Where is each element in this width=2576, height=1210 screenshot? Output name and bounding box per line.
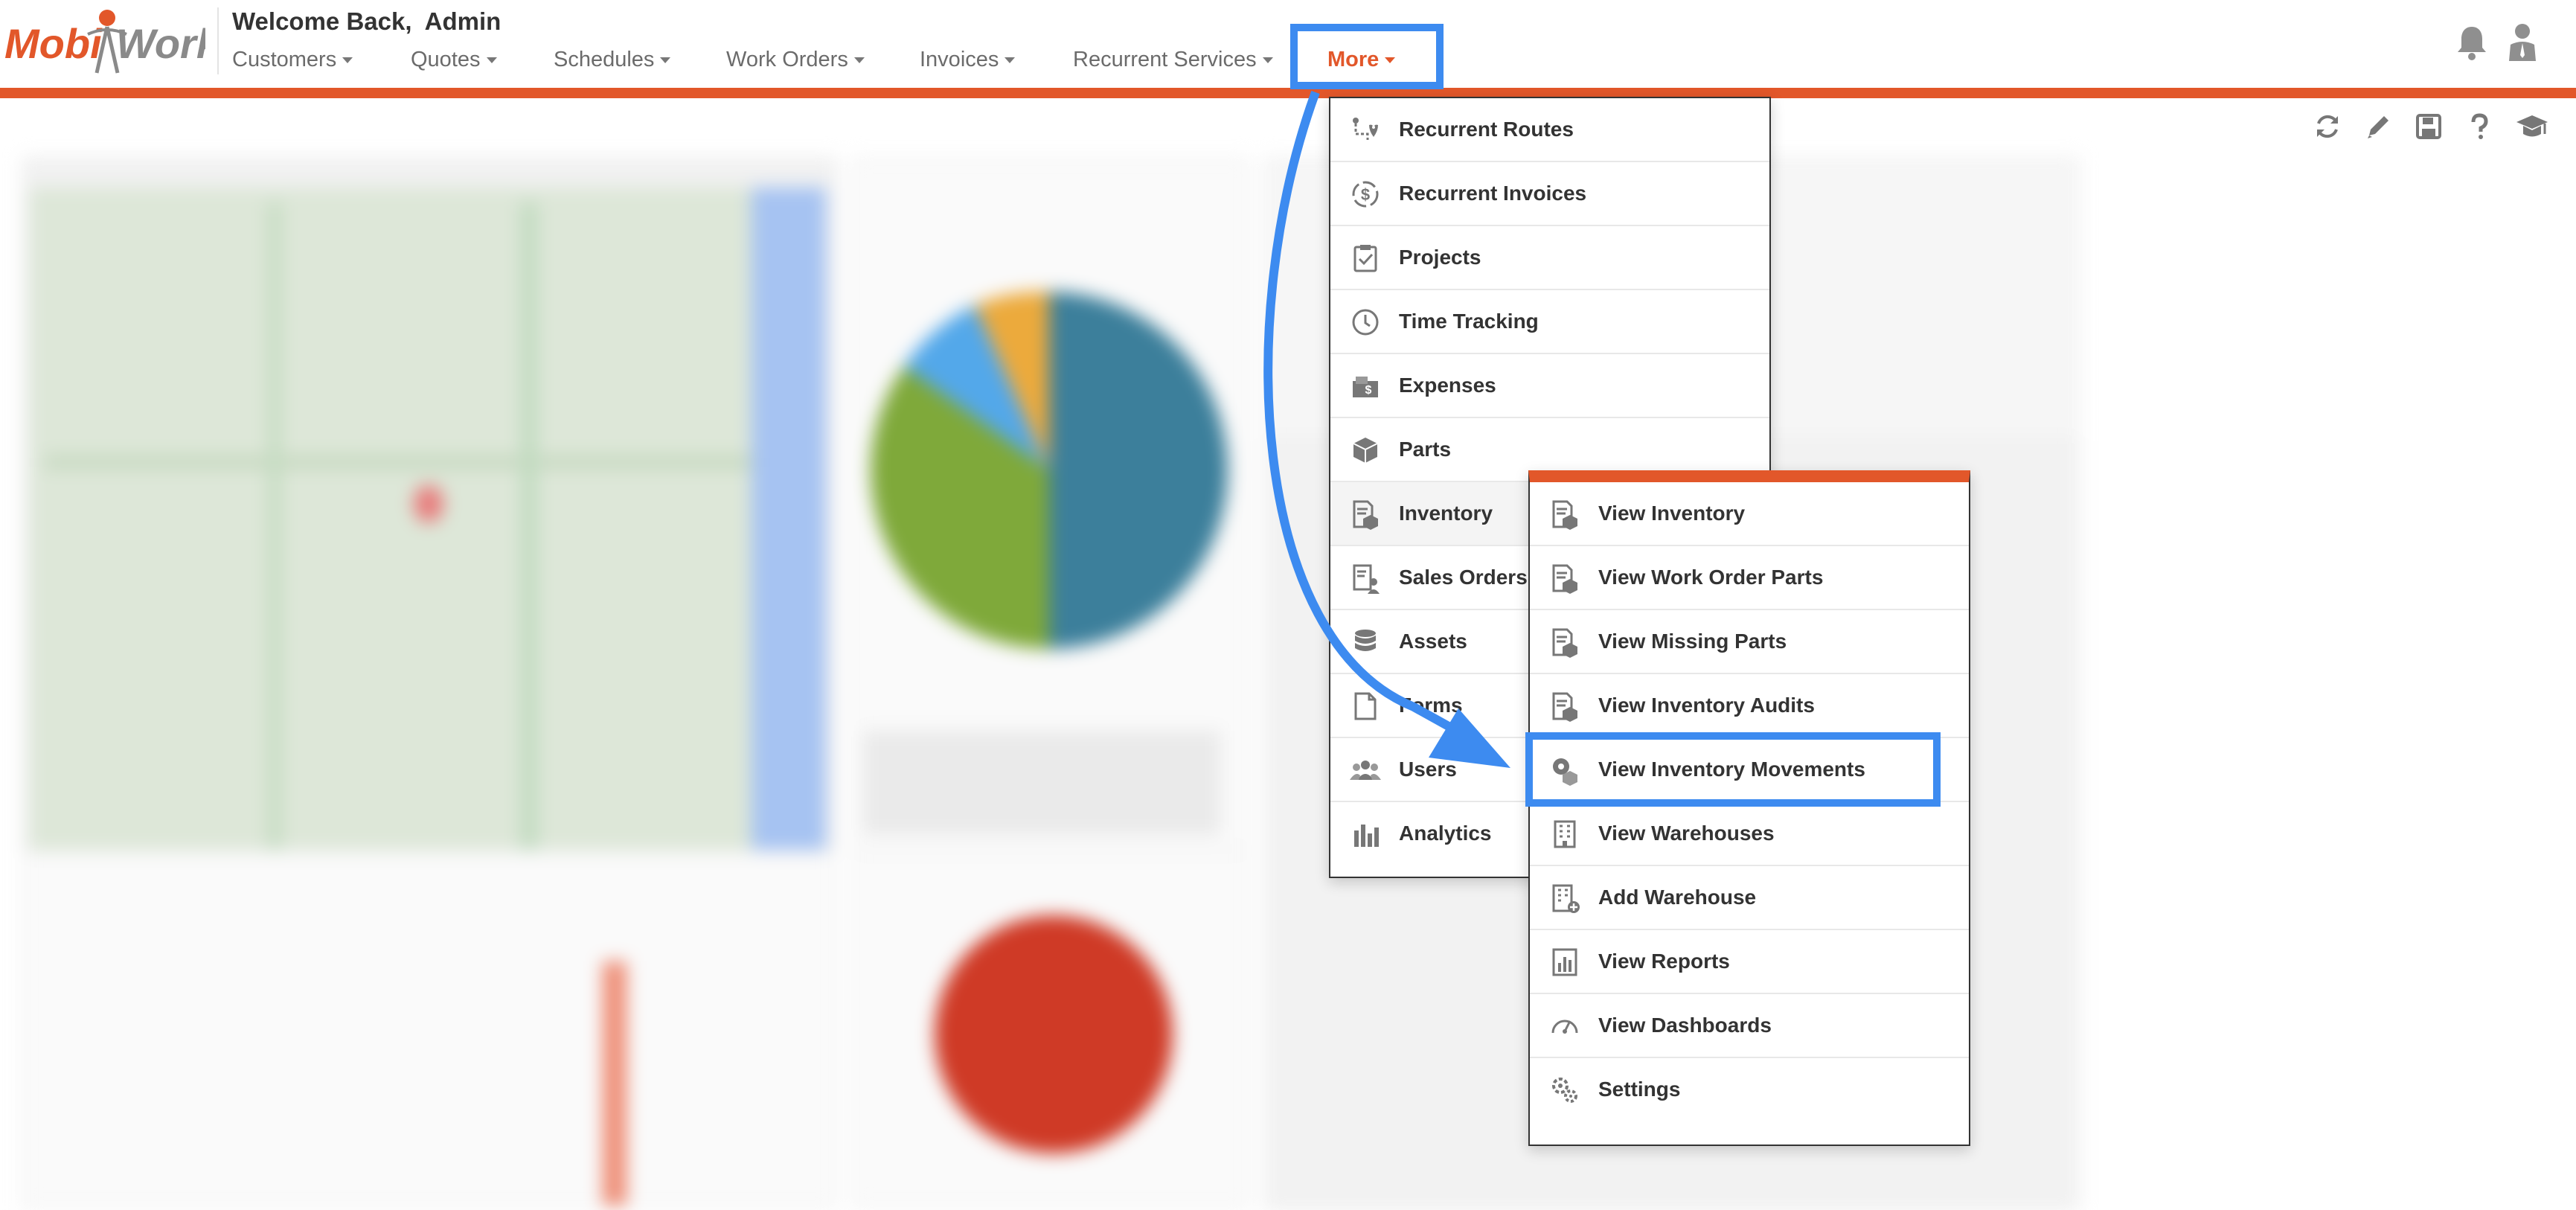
annotation-arrow [1263,90,1510,768]
